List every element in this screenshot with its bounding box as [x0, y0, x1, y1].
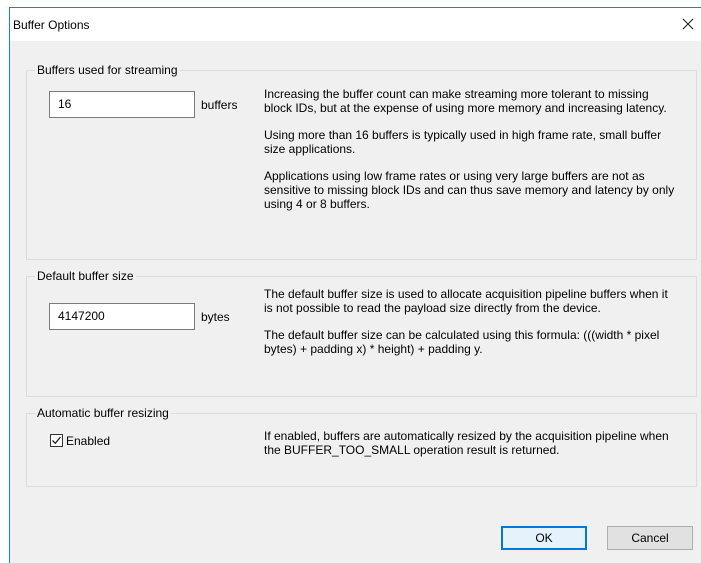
buffer-count-input[interactable]: 16	[49, 91, 195, 118]
streaming-desc-1: Increasing the buffer count can make str…	[264, 87, 667, 115]
ok-button[interactable]: OK	[501, 526, 587, 550]
enabled-checkbox-label[interactable]: Enabled	[66, 434, 110, 448]
streaming-desc-2: Using more than 16 buffers is typically …	[264, 128, 662, 156]
default-size-group: Default buffer size 4147200 bytes The de…	[26, 268, 697, 397]
streaming-group-legend: Buffers used for streaming	[35, 62, 180, 78]
window-title: Buffer Options	[13, 18, 90, 32]
default-size-group-legend: Default buffer size	[35, 268, 136, 284]
resizing-desc-1: If enabled, buffers are automatically re…	[264, 429, 669, 457]
enabled-checkbox[interactable]	[50, 434, 63, 447]
resizing-group-legend: Automatic buffer resizing	[35, 405, 171, 421]
streaming-desc-3: Applications using low frame rates or us…	[264, 169, 675, 211]
default-size-desc-2: The default buffer size can be calculate…	[264, 328, 660, 356]
buffer-count-unit: buffers	[201, 98, 238, 112]
close-button[interactable]	[675, 12, 701, 36]
streaming-group: Buffers used for streaming 16 buffers In…	[26, 62, 697, 260]
title-bar: Buffer Options	[10, 8, 701, 41]
default-size-description: The default buffer size is used to alloc…	[264, 287, 679, 369]
close-icon	[682, 18, 694, 30]
buffer-options-dialog: Buffer Options Buffers used for streamin…	[9, 7, 701, 563]
resizing-description: If enabled, buffers are automatically re…	[264, 429, 679, 470]
default-size-input[interactable]: 4147200	[49, 303, 195, 330]
resizing-group: Automatic buffer resizing Enabled If ena…	[26, 405, 697, 487]
default-size-desc-1: The default buffer size is used to alloc…	[264, 287, 668, 315]
streaming-description: Increasing the buffer count can make str…	[264, 87, 679, 224]
default-size-unit: bytes	[201, 310, 230, 324]
checkmark-icon	[52, 436, 62, 445]
cancel-button[interactable]: Cancel	[607, 526, 693, 550]
